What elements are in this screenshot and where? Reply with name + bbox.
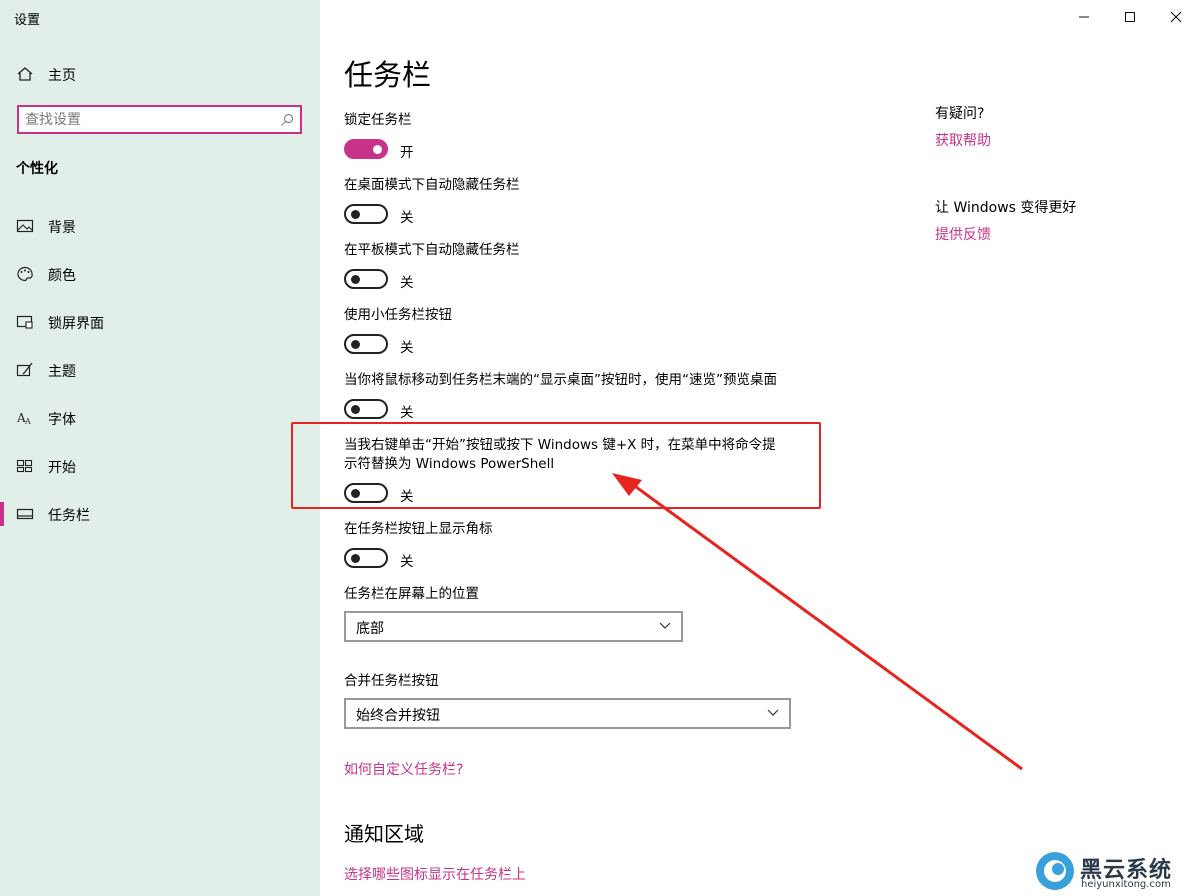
- toggle-knob: [351, 275, 360, 284]
- sidebar-item-fonts[interactable]: A A 字体: [0, 398, 320, 438]
- toggle-state: 关: [400, 275, 414, 291]
- toggle-knob: [373, 145, 382, 154]
- start-grid-icon: [16, 459, 33, 473]
- position-label: 任务栏在屏幕上的位置: [344, 586, 479, 602]
- chevron-down-icon: [659, 622, 671, 629]
- sidebar-item-start[interactable]: 开始: [0, 446, 320, 486]
- toggle-peek[interactable]: [344, 399, 388, 419]
- section-title: 个性化: [16, 161, 58, 177]
- sidebar-item-themes[interactable]: 主题: [0, 350, 320, 390]
- palette-icon: [17, 266, 33, 282]
- lockscreen-icon: [16, 315, 33, 329]
- notification-icons-link[interactable]: 选择哪些图标显示在任务栏上: [344, 864, 526, 884]
- theme-brush-icon: [16, 362, 33, 377]
- sidebar-item-label: 字体: [48, 412, 76, 428]
- toggle-knob: [351, 210, 360, 219]
- taskbar-icon: [16, 508, 34, 520]
- combine-label: 合并任务栏按钮: [344, 673, 439, 689]
- highlight-box: [291, 422, 821, 509]
- toggle-lock-taskbar[interactable]: [344, 139, 388, 159]
- dropdown-value: 底部: [356, 621, 384, 637]
- sidebar: 设置 主页 个性化 背景 颜色 锁屏界面: [0, 0, 320, 896]
- page-title: 任务栏: [344, 58, 432, 92]
- help-question: 有疑问?: [935, 106, 985, 122]
- toggle-knob: [351, 554, 360, 563]
- sidebar-item-home[interactable]: 主页: [0, 54, 320, 94]
- improve-windows-text: 让 Windows 变得更好: [935, 200, 1077, 216]
- maximize-icon[interactable]: [1119, 6, 1141, 28]
- toggle-small-buttons[interactable]: [344, 334, 388, 354]
- toggle-state: 开: [400, 145, 414, 161]
- search-input[interactable]: [25, 110, 265, 130]
- close-icon[interactable]: [1165, 6, 1187, 28]
- toggle-badges[interactable]: [344, 548, 388, 568]
- toggle-state: 关: [400, 554, 414, 570]
- sidebar-item-label: 颜色: [48, 268, 76, 284]
- svg-text:A: A: [24, 417, 31, 426]
- position-dropdown[interactable]: 底部: [344, 611, 683, 642]
- sidebar-item-taskbar[interactable]: 任务栏: [0, 494, 320, 534]
- sidebar-item-label: 锁屏界面: [48, 316, 104, 332]
- toggle-state: 关: [400, 405, 414, 421]
- sidebar-item-lockscreen[interactable]: 锁屏界面: [0, 302, 320, 342]
- watermark-url: heiyunxitong.com: [1081, 879, 1171, 890]
- dropdown-value: 始终合并按钮: [356, 708, 440, 724]
- setting-label: 使用小任务栏按钮: [344, 307, 452, 323]
- sidebar-item-label: 背景: [48, 220, 76, 236]
- setting-label: 锁定任务栏: [344, 112, 412, 128]
- picture-icon: [16, 219, 34, 233]
- search-field[interactable]: [17, 105, 302, 134]
- minimize-icon[interactable]: [1073, 6, 1095, 28]
- toggle-state: 关: [400, 210, 414, 226]
- chevron-down-icon: [767, 709, 779, 716]
- toggle-autohide-desktop[interactable]: [344, 204, 388, 224]
- notification-area-title: 通知区域: [344, 822, 424, 846]
- sidebar-item-label: 开始: [48, 460, 76, 476]
- feedback-link[interactable]: 提供反馈: [935, 224, 991, 244]
- get-help-link[interactable]: 获取帮助: [935, 130, 991, 150]
- sidebar-item-colors[interactable]: 颜色: [0, 254, 320, 294]
- sidebar-item-background[interactable]: 背景: [0, 206, 320, 246]
- search-icon[interactable]: [280, 113, 294, 127]
- toggle-autohide-tablet[interactable]: [344, 269, 388, 289]
- sidebar-item-label: 主页: [48, 68, 76, 84]
- toggle-knob: [351, 340, 360, 349]
- sidebar-item-label: 主题: [48, 364, 76, 380]
- home-icon: [17, 67, 33, 81]
- setting-label: 当你将鼠标移动到任务栏末端的“显示桌面”按钮时，使用“速览”预览桌面: [344, 372, 777, 388]
- combine-dropdown[interactable]: 始终合并按钮: [344, 698, 791, 729]
- customize-taskbar-link[interactable]: 如何自定义任务栏?: [344, 759, 463, 779]
- setting-label: 在任务栏按钮上显示角标: [344, 521, 493, 537]
- toggle-knob: [351, 405, 360, 414]
- toggle-state: 关: [400, 340, 414, 356]
- setting-label: 在桌面模式下自动隐藏任务栏: [344, 177, 520, 193]
- setting-label: 在平板模式下自动隐藏任务栏: [344, 242, 520, 258]
- sidebar-item-label: 任务栏: [48, 508, 90, 524]
- font-icon: A A: [16, 411, 31, 426]
- app-title: 设置: [14, 13, 41, 28]
